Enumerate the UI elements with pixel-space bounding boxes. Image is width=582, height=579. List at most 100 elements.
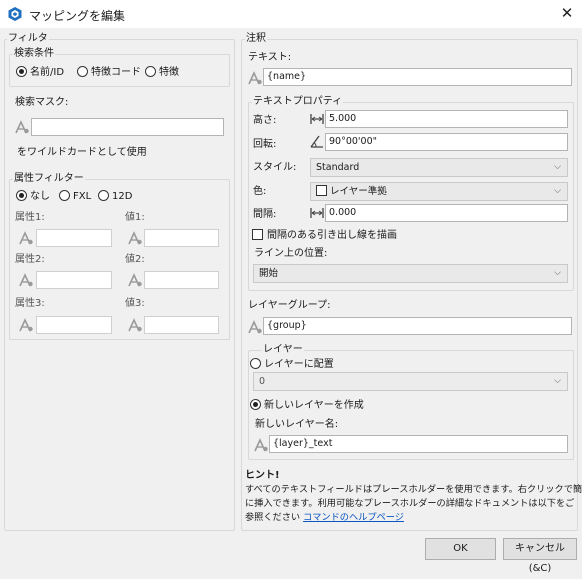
val3-label: 値3:: [125, 298, 145, 309]
attr2-label: 属性2:: [15, 254, 45, 265]
chevron-down-icon: ⌵: [554, 186, 561, 196]
layer-select-dropdown[interactable]: 0 ⌵: [253, 372, 568, 391]
height-input[interactable]: 5.000: [325, 110, 568, 128]
layer-group-input[interactable]: {group}: [263, 317, 572, 335]
app-cube-icon: [7, 6, 23, 22]
val3-input[interactable]: [144, 316, 219, 334]
help-page-link[interactable]: コマンドのヘルプページ: [303, 512, 404, 523]
radio-label: 名前/ID: [30, 67, 65, 78]
val2-input[interactable]: [144, 271, 219, 289]
new-layer-name-label: 新しいレイヤー名:: [255, 419, 339, 430]
search-condition-legend: 検索条件: [13, 48, 55, 60]
close-button[interactable]: ✕: [558, 4, 576, 22]
chevron-down-icon: ⌵: [554, 268, 561, 278]
height-dimension-icon: [309, 111, 325, 127]
placeholder-insert-icon[interactable]: [247, 70, 263, 86]
height-label: 高さ:: [253, 115, 277, 126]
radio-dot: [250, 399, 261, 410]
ok-button[interactable]: OK: [425, 538, 496, 560]
radio-dot: [250, 358, 261, 369]
attr3-input[interactable]: [36, 316, 112, 334]
color-swatch: [316, 185, 327, 196]
attr2-input[interactable]: [36, 271, 112, 289]
text-label: テキスト:: [248, 52, 292, 63]
rotation-angle-icon: [309, 133, 325, 149]
spacing-input[interactable]: 0.000: [325, 204, 568, 222]
placeholder-insert-icon: [18, 230, 34, 246]
hint-line-1: すべてのテキストフィールドはプレースホルダーを使用できます。右クリックで簡単: [245, 484, 582, 495]
placeholder-insert-icon[interactable]: [253, 437, 269, 453]
style-dropdown[interactable]: Standard ⌵: [310, 158, 568, 177]
attribute-filter-legend: 属性フィルター: [13, 173, 85, 185]
hint-line-3-text: 参照ください: [245, 512, 304, 523]
attr-filter-12d-radio[interactable]: 12D: [98, 190, 132, 203]
style-label: スタイル:: [253, 162, 297, 173]
text-input[interactable]: {name}: [263, 68, 572, 86]
layer-select-value: 0: [259, 376, 266, 387]
search-mask-input[interactable]: [31, 118, 224, 136]
search-by-feature-radio[interactable]: 特徴: [145, 66, 179, 79]
attr3-label: 属性3:: [15, 298, 45, 309]
chevron-down-icon: ⌵: [554, 376, 561, 386]
radio-label: なし: [30, 191, 50, 202]
radio-label: FXL: [73, 191, 92, 202]
radio-dot: [145, 66, 156, 77]
wildcard-label: をワイルドカードとして使用: [17, 147, 147, 158]
attr-filter-fxl-radio[interactable]: FXL: [59, 190, 91, 203]
line-position-value: 開始: [259, 268, 279, 279]
create-new-layer-radio[interactable]: 新しいレイヤーを作成: [250, 399, 364, 412]
radio-label: 特徴: [159, 67, 179, 78]
checkbox-box: [252, 229, 263, 240]
radio-dot: [59, 190, 70, 201]
layer-group-label: レイヤーグループ:: [248, 300, 331, 311]
search-mask-label: 検索マスク:: [15, 97, 69, 108]
line-position-label: ライン上の位置:: [254, 248, 328, 259]
radio-label: 12D: [112, 191, 133, 202]
color-label: 色:: [253, 186, 267, 197]
style-value: Standard: [316, 162, 360, 173]
radio-label: レイヤーに配置: [264, 359, 334, 370]
search-by-code-radio[interactable]: 特徴コード: [77, 66, 141, 79]
place-on-layer-radio[interactable]: レイヤーに配置: [250, 358, 334, 371]
radio-dot: [16, 66, 27, 77]
placeholder-insert-icon: [127, 317, 143, 333]
search-by-name-radio[interactable]: 名前/ID: [16, 66, 64, 79]
placeholder-insert-icon: [127, 230, 143, 246]
placeholder-insert-icon: [18, 317, 34, 333]
window-title: マッピングを編集: [29, 9, 126, 23]
placeholder-insert-icon[interactable]: [247, 319, 263, 335]
hint-title: ヒント!: [245, 470, 280, 481]
color-dropdown[interactable]: レイヤー準拠 ⌵: [310, 182, 568, 201]
annotation-legend: 注釈: [245, 33, 267, 45]
cancel-button[interactable]: キャンセル(&C): [503, 538, 577, 574]
close-icon: ✕: [560, 4, 574, 22]
placeholder-insert-icon: [127, 272, 143, 288]
attr1-input[interactable]: [36, 229, 112, 247]
radio-label: 新しいレイヤーを作成: [264, 400, 364, 411]
rotation-label: 回転:: [253, 139, 277, 150]
line-position-dropdown[interactable]: 開始 ⌵: [253, 264, 568, 283]
placeholder-insert-icon[interactable]: [14, 119, 30, 135]
chevron-down-icon: ⌵: [554, 162, 561, 172]
radio-dot: [16, 190, 27, 201]
text-properties-legend: テキストプロパティ: [252, 96, 344, 108]
radio-dot: [98, 190, 109, 201]
color-value: レイヤー準拠: [330, 186, 387, 197]
attr1-label: 属性1:: [15, 212, 45, 223]
radio-label: 特徴コード: [91, 67, 141, 78]
hint-line-3: 参照ください コマンドのヘルプページ: [245, 512, 404, 524]
val2-label: 値2:: [125, 254, 145, 265]
val1-label: 値1:: [125, 212, 145, 223]
radio-dot: [77, 66, 88, 77]
placeholder-insert-icon: [18, 272, 34, 288]
spacing-dimension-icon: [309, 205, 325, 221]
attr-filter-none-radio[interactable]: なし: [16, 190, 50, 203]
hint-line-2: に挿入できます。利用可能なプレースホルダーの詳細なドキュメントは以下をご: [245, 498, 575, 509]
checkbox-label: 間隔のある引き出し線を描画: [267, 230, 397, 241]
filter-legend: フィルタ: [7, 33, 49, 45]
rotation-input[interactable]: 90°00'00": [325, 133, 568, 151]
leader-line-checkbox[interactable]: 間隔のある引き出し線を描画: [252, 229, 397, 242]
new-layer-name-input[interactable]: {layer}_text: [269, 435, 568, 453]
val1-input[interactable]: [144, 229, 219, 247]
layer-legend: レイヤー: [262, 344, 304, 356]
